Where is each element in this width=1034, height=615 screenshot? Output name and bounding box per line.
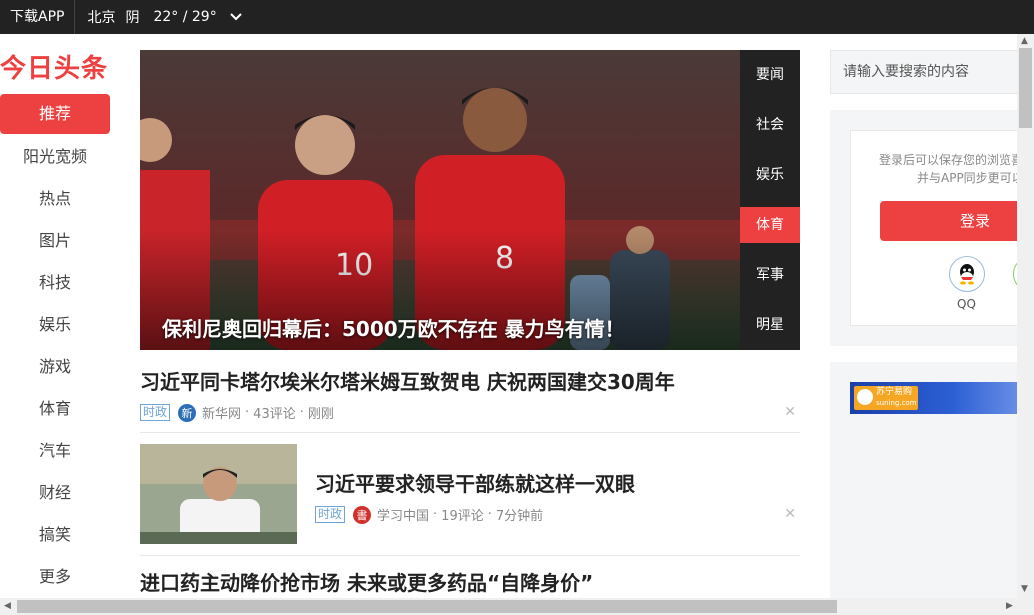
- nav-item-games[interactable]: 游戏: [0, 346, 110, 388]
- login-hint: 登录后可以保存您的浏览喜 并与APP同步更可以: [879, 151, 1022, 187]
- divider: [140, 432, 800, 433]
- weather-label: 阴: [125, 10, 140, 26]
- login-hint-line-1: 登录后可以保存您的浏览喜: [879, 153, 1022, 167]
- nav-item-sports[interactable]: 体育: [0, 388, 110, 430]
- ad-brand: 苏宁易购: [876, 387, 913, 397]
- nav-item-tech[interactable]: 科技: [0, 262, 110, 304]
- hero-tab-sports[interactable]: 体育: [740, 207, 800, 243]
- article-image: [140, 444, 297, 544]
- nav-item-funny[interactable]: 搞笑: [0, 514, 110, 556]
- nav-item-finance[interactable]: 财经: [0, 472, 110, 514]
- hero-carousel[interactable]: 10 8 保利尼奥回归幕后：5000万欧不存在 暴力鸟有情！: [140, 50, 740, 350]
- login-button[interactable]: 登录: [880, 201, 1021, 241]
- category-tag[interactable]: 时政: [140, 404, 171, 421]
- meta-separator: ·: [299, 405, 304, 420]
- scroll-left-arrow-icon[interactable]: ◀: [4, 601, 11, 611]
- comment-count[interactable]: 19评论: [441, 505, 484, 524]
- nav-item-auto[interactable]: 汽车: [0, 430, 110, 472]
- feed-meta: 时政 書 学习中国 · 19评论 · 7分钟前: [315, 505, 800, 524]
- chevron-down-icon[interactable]: [229, 10, 243, 24]
- scroll-right-arrow-icon[interactable]: ▶: [1006, 601, 1013, 611]
- city-label[interactable]: 北京: [87, 7, 115, 27]
- feed-item[interactable]: 习近平同卡塔尔埃米尔塔米姆互致贺电 庆祝两国建交30周年 时政 新 新华网 · …: [140, 366, 800, 422]
- category-tag[interactable]: 时政: [315, 506, 346, 523]
- site-logo[interactable]: 今日头条: [0, 48, 112, 85]
- horizontal-scroll-thumb[interactable]: [17, 600, 837, 613]
- nav-item-images[interactable]: 图片: [0, 220, 110, 262]
- nav-item-recommend[interactable]: 推荐: [0, 94, 110, 134]
- feed-title[interactable]: 进口药主动降价抢市场 未来或更多药品“自降身价”: [140, 567, 800, 596]
- search-input[interactable]: 请输入要搜索的内容: [830, 50, 1020, 94]
- feed-item[interactable]: 习近平要求领导干部练就这样一双眼 时政 書 学习中国 · 19评论 · 7分钟前…: [315, 468, 800, 524]
- channel-nav: 推荐 阳光宽频 热点 图片 科技 娱乐 游戏 体育 汽车 财经 搞笑 更多: [0, 94, 110, 598]
- source-name[interactable]: 学习中国: [377, 505, 429, 524]
- feed-title[interactable]: 习近平同卡塔尔埃米尔塔米姆互致贺电 庆祝两国建交30周年: [140, 366, 800, 395]
- scroll-up-arrow-icon[interactable]: ▲: [1021, 36, 1028, 46]
- hero-caption[interactable]: 保利尼奥回归幕后：5000万欧不存在 暴力鸟有情！: [162, 313, 625, 342]
- hero-channel-tabs: 要闻 社会 娱乐 体育 军事 明星: [740, 50, 800, 350]
- hero-tab-headlines[interactable]: 要闻: [740, 50, 800, 100]
- temperature-label: 22° / 29°: [153, 9, 217, 25]
- xinhua-icon: 新: [178, 403, 197, 422]
- divider: [140, 555, 800, 556]
- top-bar: 下载APP 北京 阴 22° / 29°: [0, 0, 1034, 34]
- login-hint-line-2: 并与APP同步更可以: [917, 171, 1022, 185]
- nav-item-hot[interactable]: 热点: [0, 178, 110, 220]
- meta-separator: ·: [245, 405, 250, 420]
- dismiss-icon[interactable]: ✕: [784, 506, 796, 522]
- qq-login-label[interactable]: QQ: [957, 297, 976, 311]
- meta-separator: ·: [487, 507, 492, 522]
- feed-item[interactable]: 进口药主动降价抢市场 未来或更多药品“自降身价”: [140, 567, 800, 596]
- comment-count[interactable]: 43评论: [253, 403, 296, 422]
- suning-logo: 苏宁易购 suning.com: [854, 386, 918, 410]
- nav-item-video[interactable]: 阳光宽频: [0, 136, 110, 178]
- hero-image: 10 8: [140, 50, 740, 350]
- feed-title[interactable]: 习近平要求领导干部练就这样一双眼: [315, 468, 800, 497]
- feed-meta: 时政 新 新华网 · 43评论 · 刚刚: [140, 403, 800, 422]
- vertical-scroll-thumb[interactable]: [1019, 48, 1032, 128]
- qq-login-icon[interactable]: [949, 256, 985, 292]
- hero-tab-entertainment[interactable]: 娱乐: [740, 150, 800, 200]
- suning-lion-icon: [857, 389, 873, 405]
- article-thumbnail[interactable]: [140, 444, 297, 544]
- publish-time: 刚刚: [307, 407, 334, 422]
- advertisement-banner[interactable]: 苏宁易购 suning.com: [850, 382, 1020, 414]
- nav-item-more[interactable]: 更多: [0, 556, 110, 598]
- download-app-link[interactable]: 下载APP: [0, 0, 76, 34]
- ad-domain: suning.com: [876, 399, 917, 407]
- publish-time: 7分钟前: [495, 509, 544, 524]
- scroll-down-arrow-icon[interactable]: ▼: [1021, 584, 1028, 594]
- hero-tab-military[interactable]: 军事: [740, 250, 800, 300]
- hero-tab-society[interactable]: 社会: [740, 100, 800, 150]
- nav-item-entertainment[interactable]: 娱乐: [0, 304, 110, 346]
- xuexi-icon: 書: [353, 505, 372, 524]
- meta-separator: ·: [433, 507, 438, 522]
- hero-tab-stars[interactable]: 明星: [740, 300, 800, 350]
- source-name[interactable]: 新华网: [202, 403, 241, 422]
- login-card: 登录后可以保存您的浏览喜 并与APP同步更可以 登录 QQ: [850, 130, 1022, 326]
- dismiss-icon[interactable]: ✕: [784, 404, 796, 420]
